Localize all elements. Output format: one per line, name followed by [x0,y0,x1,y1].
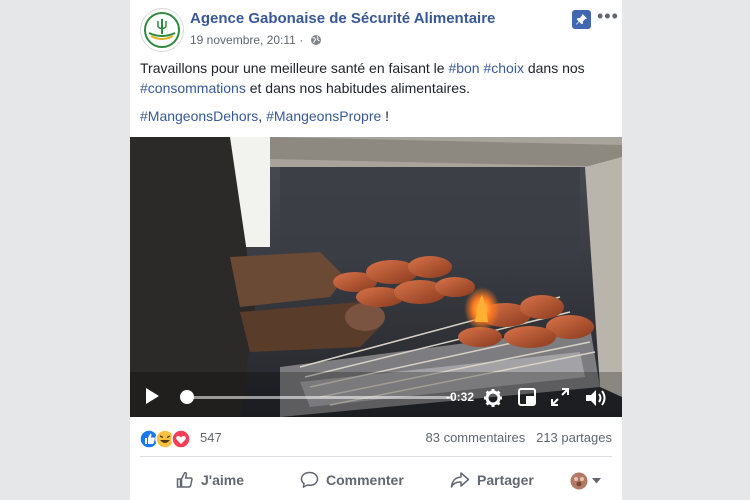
facebook-post: Agence Gabonaise de Sécurité Alimentaire… [130,0,622,500]
gear-icon[interactable] [483,388,503,408]
post-hashtags: #MangeonsDehors, #MangeonsPropre ! [140,106,389,126]
chevron-down-icon [592,478,601,484]
time-remaining: -0:32 [446,390,475,404]
globe-icon [310,35,321,45]
like-button[interactable]: J'aime [176,468,244,492]
pin-icon [575,13,588,25]
hashtag-bon[interactable]: #bon [448,60,479,76]
volume-icon[interactable] [585,388,607,408]
post-header: Agence Gabonaise de Sécurité Alimentaire… [130,0,622,56]
page-avatar-mini-icon [570,472,588,490]
share-button[interactable]: Partager [450,468,534,492]
post-text-part: dans nos [523,60,585,76]
hashtag-mangeonsdehors[interactable]: #MangeonsDehors [140,108,258,124]
picture-in-picture-icon[interactable] [518,388,536,406]
video-player[interactable]: -0:32 [130,137,622,417]
comment-icon [300,471,319,489]
page-avatar[interactable] [140,8,184,52]
post-actions: J'aime Commenter Partager [130,460,622,500]
agency-logo-icon [144,12,180,48]
post-meta: 19 novembre, 20:11 · [190,33,322,47]
like-label: J'aime [201,472,245,488]
comment-button[interactable]: Commenter [300,468,404,492]
video-frame [130,137,622,417]
play-icon[interactable] [144,387,160,405]
video-scrubber-handle[interactable] [180,390,194,404]
audience-selector[interactable] [570,472,601,490]
post-text-part: et dans nos habitudes alimentaires. [245,80,470,96]
video-controls: -0:32 [130,377,622,417]
post-stats: 547 83 commentaires 213 partages [139,426,613,450]
page-name-link[interactable]: Agence Gabonaise de Sécurité Alimentaire [190,10,495,27]
love-reaction-icon [171,429,191,449]
share-label: Partager [477,472,534,488]
share-icon [450,472,470,488]
reaction-icons[interactable] [139,429,200,449]
video-progress-track[interactable] [188,396,453,399]
hashtag-mangeonspropre[interactable]: #MangeonsPropre [266,108,381,124]
comment-label: Commenter [326,472,404,488]
shares-count[interactable]: 213 partages [536,430,612,445]
reactions-count[interactable]: 547 [200,430,222,445]
hashtag-end: ! [381,108,390,124]
pin-button[interactable] [572,10,591,29]
post-text: Travaillons pour une meilleure santé en … [140,58,612,98]
comments-shares: 83 commentaires 213 partages [426,430,613,445]
reactions-icon-group [139,429,191,449]
post-timestamp[interactable]: 19 novembre, 20:11 [190,33,296,47]
actions-divider [140,456,612,457]
hashtag-separator: , [258,108,267,124]
post-text-part: Travaillons pour une meilleure santé en … [140,60,449,76]
thumbs-up-icon [176,471,193,488]
expand-icon[interactable] [551,388,569,406]
comments-count[interactable]: 83 commentaires [426,430,526,445]
hashtag-consommations[interactable]: #consommations [140,80,246,96]
more-options-icon[interactable]: ••• [597,6,619,27]
hashtag-choix[interactable]: #choix [483,60,523,76]
